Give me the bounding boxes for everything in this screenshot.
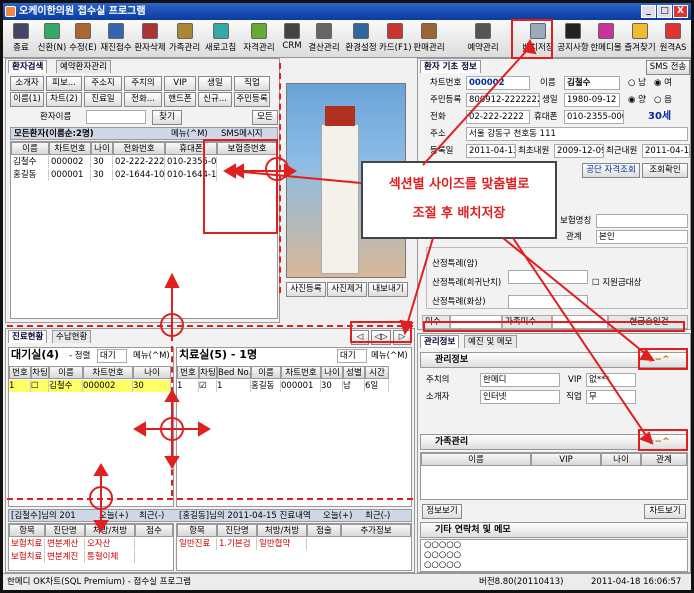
annotation-arrows: [93, 38, 656, 533]
app-window: 오케이한의원 접수실 프로그램 _ □ X 종료 신환(N) 수정(E) 재진접수 환자…: [0, 0, 694, 593]
